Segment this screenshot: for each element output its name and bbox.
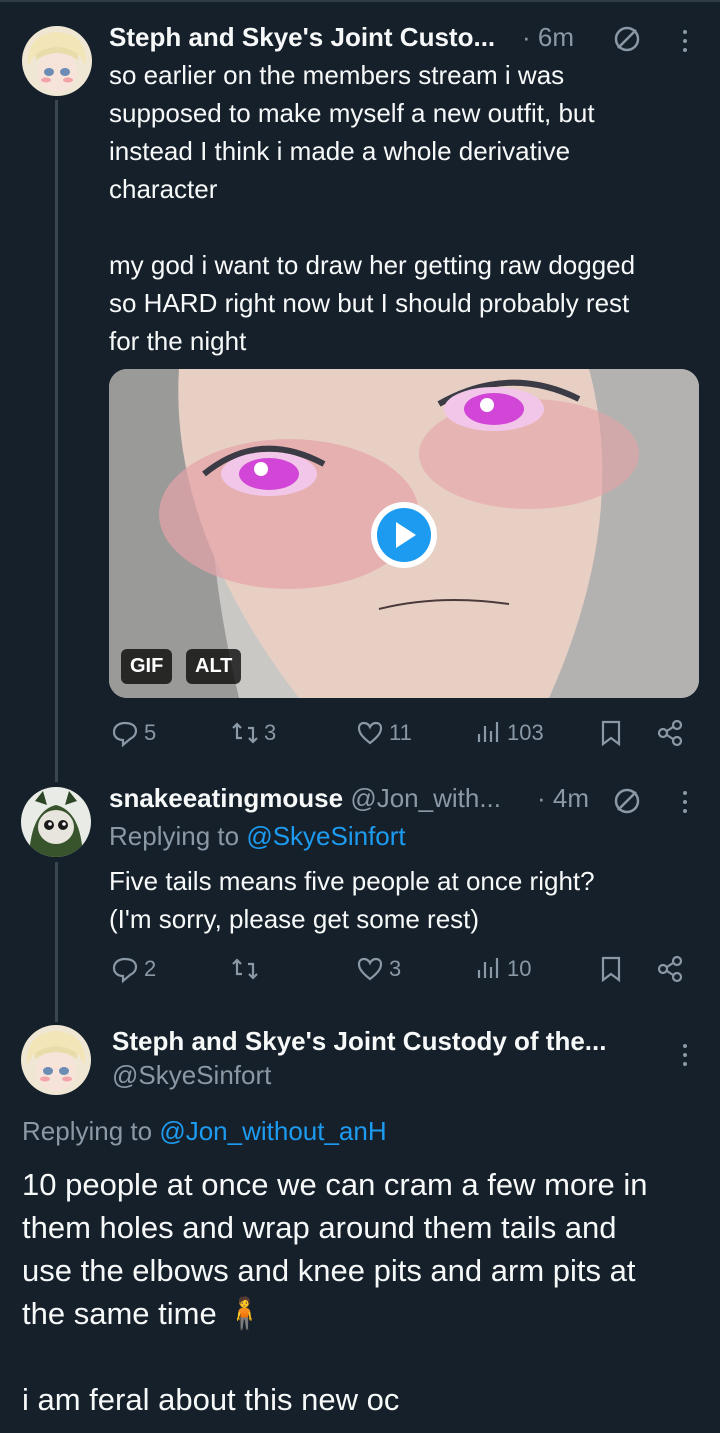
heart-icon bbox=[357, 721, 383, 745]
alt-badge[interactable]: ALT bbox=[186, 649, 242, 684]
heart-icon bbox=[357, 957, 383, 981]
replying-to-label: Replying to bbox=[22, 1116, 153, 1146]
bookmark-button[interactable] bbox=[596, 954, 626, 984]
tweet-text: Five tails means five people at once rig… bbox=[109, 866, 595, 934]
bookmark-icon bbox=[601, 956, 621, 983]
reply-button[interactable]: 2 bbox=[110, 954, 156, 984]
replying-to-label: Replying to bbox=[109, 821, 240, 851]
tweet-text: 10 people at once we can cram a few more… bbox=[22, 1167, 648, 1417]
author-handle[interactable]: @SkyeSinfort bbox=[112, 1060, 271, 1091]
like-button[interactable]: 3 bbox=[355, 954, 401, 984]
retweet-button[interactable]: 3 bbox=[230, 718, 276, 748]
bookmark-icon bbox=[601, 720, 621, 747]
top-divider bbox=[0, 0, 720, 2]
views-chart-icon bbox=[477, 722, 499, 742]
views-count: 103 bbox=[507, 720, 544, 745]
more-options-icon[interactable] bbox=[680, 30, 690, 52]
timestamp[interactable]: · 6m bbox=[522, 22, 574, 53]
views-count: 10 bbox=[507, 956, 532, 981]
reply-count: 5 bbox=[144, 720, 157, 745]
author-name[interactable]: Steph and Skye's Joint Custo... bbox=[109, 22, 495, 53]
retweet-icon bbox=[232, 958, 258, 980]
retweet-icon bbox=[232, 722, 258, 744]
no-entry-icon bbox=[612, 24, 642, 59]
views-chart-icon bbox=[477, 958, 499, 978]
reply-icon bbox=[112, 721, 138, 748]
thread-line bbox=[55, 100, 58, 760]
replying-to-handle[interactable]: @SkyeSinfort bbox=[246, 821, 405, 851]
no-entry-icon bbox=[612, 786, 642, 821]
author-name[interactable]: Steph and Skye's Joint Custody of the... bbox=[112, 1026, 606, 1057]
author-header: snakeeatingmouse @Jon_with... bbox=[109, 783, 501, 814]
like-button[interactable]: 11 bbox=[355, 718, 412, 748]
views-button[interactable]: 10 bbox=[473, 954, 531, 984]
views-button[interactable]: 103 bbox=[473, 718, 544, 748]
share-icon bbox=[657, 955, 683, 983]
avatar[interactable] bbox=[22, 26, 92, 96]
replying-to: Replying to @SkyeSinfort bbox=[109, 821, 406, 852]
avatar[interactable] bbox=[21, 1025, 91, 1095]
reply-button[interactable]: 5 bbox=[110, 718, 156, 748]
author-handle[interactable]: @Jon_with... bbox=[350, 783, 501, 813]
tweet-text: so earlier on the members stream i was s… bbox=[109, 60, 636, 356]
share-icon bbox=[657, 719, 683, 747]
share-button[interactable] bbox=[655, 954, 685, 984]
retweet-button[interactable] bbox=[230, 954, 264, 984]
timestamp[interactable]: · 4m bbox=[537, 783, 589, 814]
thread-line bbox=[55, 862, 58, 1022]
replying-to: Replying to @Jon_without_anH bbox=[22, 1116, 387, 1147]
media-gif[interactable]: GIF ALT bbox=[109, 369, 699, 698]
thread-line-top bbox=[55, 760, 58, 782]
like-count: 11 bbox=[389, 720, 412, 745]
author-name[interactable]: snakeeatingmouse bbox=[109, 783, 343, 813]
avatar[interactable] bbox=[21, 787, 91, 857]
retweet-count: 3 bbox=[264, 720, 277, 745]
reply-icon bbox=[112, 957, 138, 984]
more-options-icon[interactable] bbox=[680, 1044, 690, 1066]
reply-count: 2 bbox=[144, 956, 157, 981]
share-button[interactable] bbox=[655, 718, 685, 748]
replying-to-handle[interactable]: @Jon_without_anH bbox=[159, 1116, 386, 1146]
gif-badge: GIF bbox=[121, 649, 173, 684]
like-count: 3 bbox=[389, 956, 402, 981]
bookmark-button[interactable] bbox=[596, 718, 626, 748]
more-options-icon[interactable] bbox=[680, 791, 690, 813]
